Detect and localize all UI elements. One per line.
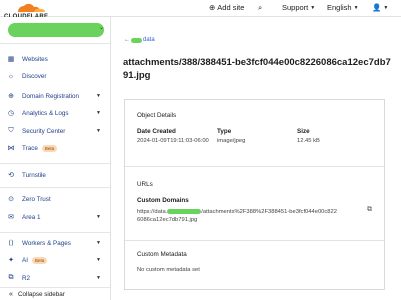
date-created-value: 2024-01-09T19:11:03-06:00 xyxy=(137,138,209,144)
ai-icon: ✦ xyxy=(8,257,14,264)
custom-domains-label: Custom Domains xyxy=(137,197,189,204)
sidebar-item-label: Domain Registration xyxy=(22,92,80,100)
sidebar-item-label: R2 xyxy=(22,274,31,282)
divider xyxy=(0,43,110,44)
custom-metadata-heading: Custom Metadata xyxy=(137,251,187,258)
sidebar-item-workers-pages[interactable]: ⟨⟩ Workers & Pages ▼ xyxy=(0,236,110,250)
custom-metadata-empty-text: No custom metadata set xyxy=(137,267,200,273)
search-icon: ⌕ xyxy=(258,3,263,12)
divider xyxy=(0,187,110,188)
turnstile-icon: ⟲ xyxy=(8,172,14,179)
type-label: Type xyxy=(217,128,232,135)
sidebar-item-turnstile[interactable]: ⟲ Turnstile xyxy=(0,168,110,182)
back-link-label: data xyxy=(143,37,155,43)
custom-domain-url[interactable]: https://data./attachments%2F388%2F388451… xyxy=(137,208,337,224)
globe-icon: ▦ xyxy=(7,56,15,63)
sidebar-item-discover[interactable]: ☼ Discover xyxy=(0,69,110,83)
sidebar-item-websites[interactable]: ▦ Websites xyxy=(0,52,110,66)
sidebar-item-label: Turnstile xyxy=(22,171,46,179)
copy-icon[interactable]: ⧉ xyxy=(367,206,372,214)
lightbulb-icon: ☼ xyxy=(7,72,15,80)
redacted-text xyxy=(131,37,142,43)
sidebar-item-domain-registration[interactable]: ⊕ Domain Registration ▼ xyxy=(0,89,110,103)
divider xyxy=(0,163,110,164)
sidebar-item-label: Workers & Pages xyxy=(22,239,71,247)
language-label: English xyxy=(327,3,352,12)
caret-down-icon: ▼ xyxy=(96,240,101,246)
divider xyxy=(125,166,384,167)
back-link[interactable]: ← data xyxy=(124,37,155,43)
type-value: image/jpeg xyxy=(217,138,246,144)
user-icon: 👤 xyxy=(372,3,382,12)
sidebar-item-label: Websites xyxy=(22,55,48,63)
size-value: 12.45 kB xyxy=(297,138,320,144)
sidebar-item-label: Discover xyxy=(22,72,47,80)
clock-icon: ◷ xyxy=(7,110,15,117)
size-label: Size xyxy=(297,128,310,135)
globe-icon: ⊕ xyxy=(8,93,14,100)
mail-icon: ✉ xyxy=(8,214,14,221)
object-details-heading: Object Details xyxy=(137,112,177,119)
caret-down-icon: ▼ xyxy=(96,275,101,281)
search-button[interactable]: ⌕ xyxy=(258,3,262,13)
support-dropdown[interactable]: Support ▼ xyxy=(282,3,315,12)
caret-down-icon: ▼ xyxy=(96,257,101,263)
date-created-label: Date Created xyxy=(137,128,176,135)
sidebar-item-label: Zero Trust xyxy=(22,195,51,203)
divider xyxy=(125,240,384,241)
sidebar-item-ai[interactable]: ✦ AI Beta ▼ xyxy=(0,253,110,267)
plus-circle-icon: ⊕ xyxy=(209,3,216,12)
language-dropdown[interactable]: English ▼ xyxy=(327,3,359,12)
top-bar: CLOUDFLARE ⊕ Add site ⌕ Support ▼ Englis… xyxy=(0,0,401,20)
trace-icon: ⋈ xyxy=(7,145,15,152)
lock-icon: ⊙ xyxy=(8,196,14,203)
add-site-label: Add site xyxy=(217,3,245,12)
shield-icon: ⛉ xyxy=(8,127,14,134)
caret-down-icon: ▼ xyxy=(383,4,389,11)
sidebar-item-label: Area 1 xyxy=(22,213,41,221)
object-details-card: Object Details Date Created 2024-01-09T1… xyxy=(124,99,385,290)
page-title: attachments/388/388451-be3fcf044e00c8226… xyxy=(123,57,391,81)
chevron-down-icon: ⌄ xyxy=(99,25,105,31)
r2-icon: ⧉ xyxy=(8,274,14,281)
sidebar-item-zero-trust[interactable]: ⊙ Zero Trust xyxy=(0,192,110,206)
account-selector[interactable] xyxy=(8,23,104,37)
workers-icon: ⟨⟩ xyxy=(8,240,14,247)
sidebar-item-label: AI xyxy=(22,256,28,264)
caret-down-icon: ▼ xyxy=(310,4,316,11)
caret-down-icon: ▼ xyxy=(96,110,101,116)
add-site-button[interactable]: ⊕ Add site xyxy=(209,3,244,12)
beta-badge: Beta xyxy=(41,144,58,152)
arrow-left-icon: ← xyxy=(124,37,130,43)
caret-down-icon: ▼ xyxy=(96,128,101,134)
caret-down-icon: ▼ xyxy=(96,93,101,99)
caret-down-icon: ▼ xyxy=(96,214,101,220)
collapse-sidebar-button[interactable]: « Collapse sidebar xyxy=(0,287,110,300)
sidebar-item-label: Security Center xyxy=(22,127,66,135)
url-prefix: https://data. xyxy=(137,209,168,215)
support-label: Support xyxy=(282,3,309,12)
collapse-sidebar-label: Collapse sidebar xyxy=(18,290,65,298)
divider xyxy=(0,232,110,233)
beta-badge: Beta xyxy=(31,256,48,264)
user-menu[interactable]: 👤 ▼ xyxy=(372,3,388,12)
sidebar-item-security-center[interactable]: ⛉ Security Center ▼ xyxy=(0,124,110,138)
sidebar: ⌄ ▦ Websites ☼ Discover ⊕ Domain Registr… xyxy=(0,17,111,300)
caret-down-icon: ▼ xyxy=(353,4,359,11)
redacted-text xyxy=(167,208,202,214)
sidebar-item-analytics-logs[interactable]: ◷ Analytics & Logs ▼ xyxy=(0,106,110,120)
urls-heading: URLs xyxy=(137,181,153,188)
sidebar-item-area-1[interactable]: ✉ Area 1 ▼ xyxy=(0,210,110,224)
sidebar-item-label: Trace xyxy=(22,144,38,152)
sidebar-item-trace[interactable]: ⋈ Trace Beta xyxy=(0,141,110,155)
sidebar-item-label: Analytics & Logs xyxy=(22,109,69,117)
double-chevron-left-icon: « xyxy=(9,290,13,298)
sidebar-item-r2[interactable]: ⧉ R2 ▼ xyxy=(0,271,110,285)
